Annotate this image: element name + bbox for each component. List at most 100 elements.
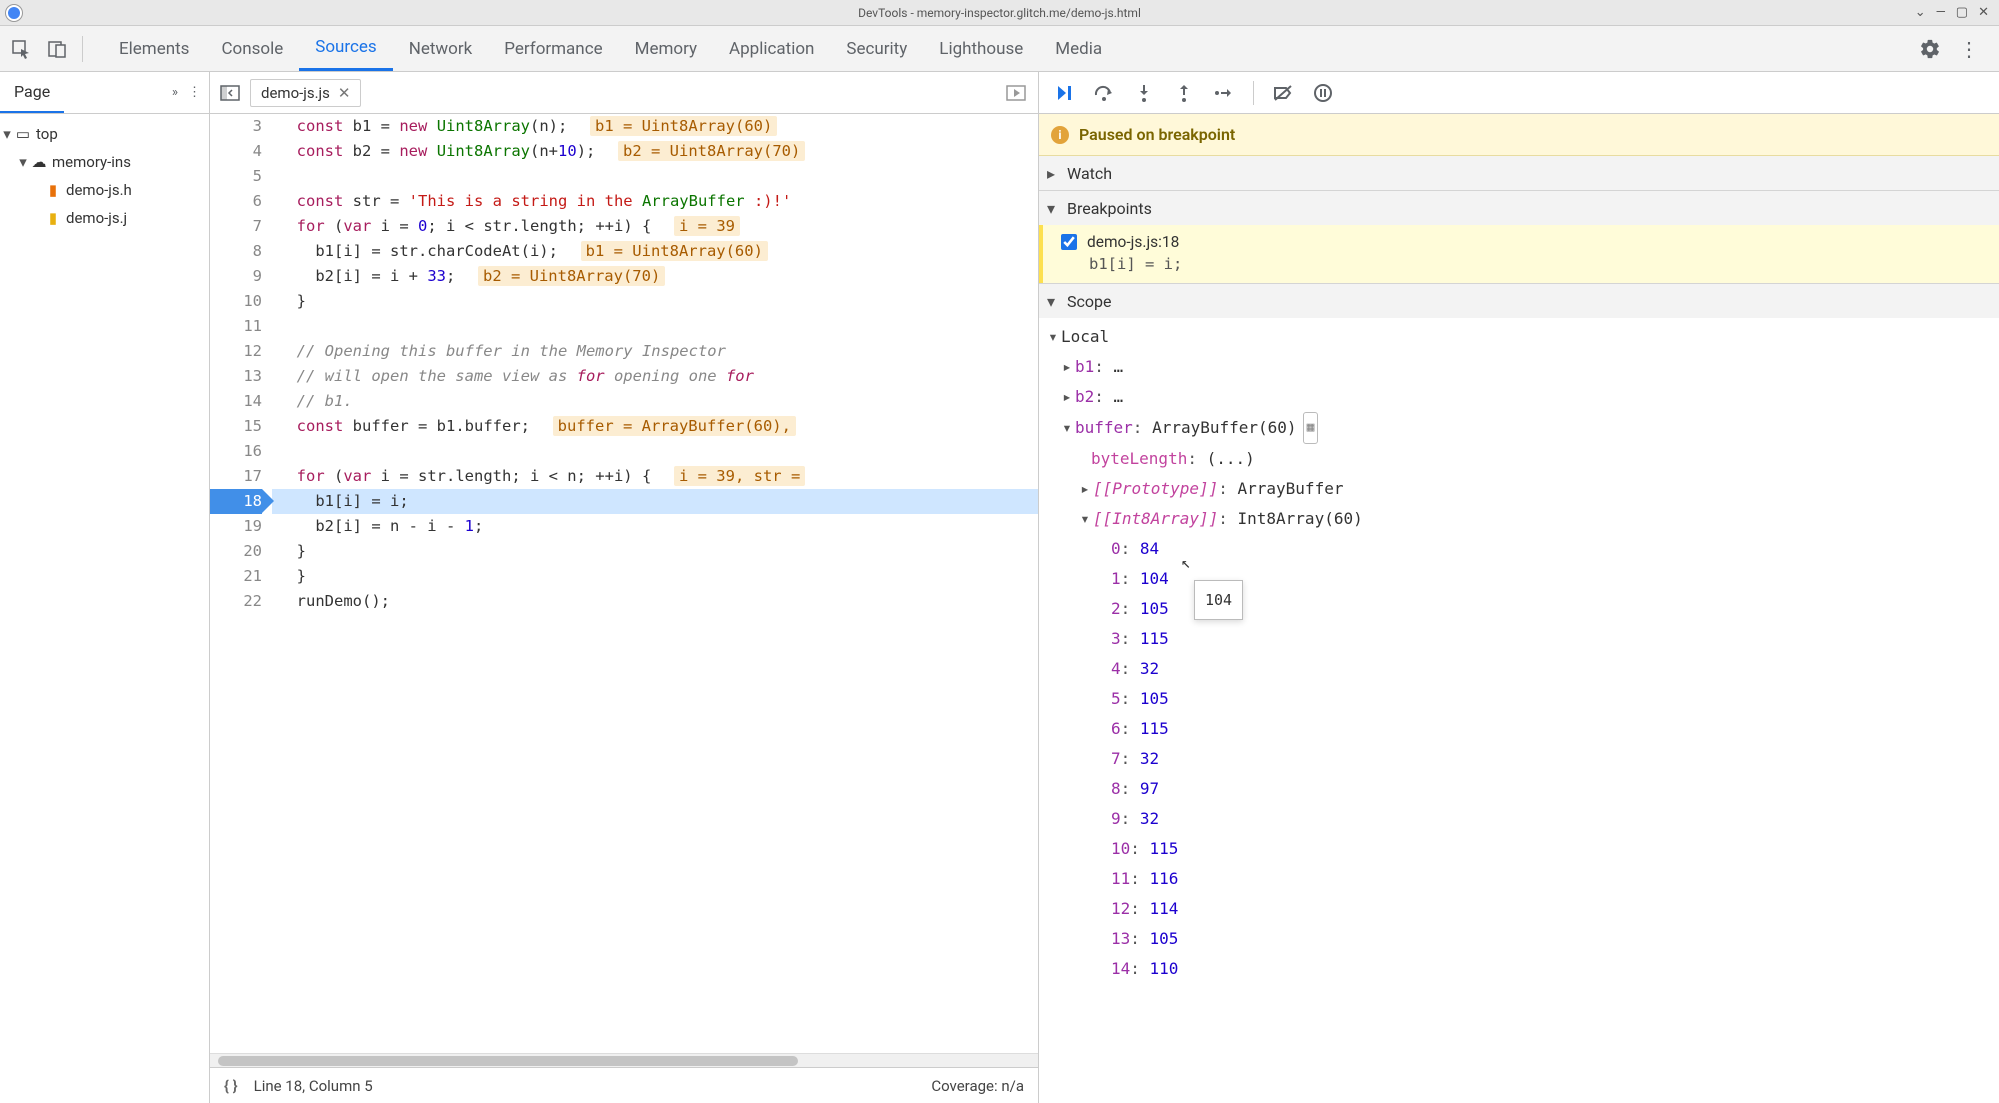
panel-tab-console[interactable]: Console — [205, 26, 299, 71]
array-index[interactable]: 14: 110 — [1039, 954, 1999, 984]
code-line[interactable] — [272, 164, 1038, 189]
code-line[interactable]: for (var i = str.length; i < n; ++i) { i… — [272, 464, 1038, 489]
inspect-element-icon[interactable] — [10, 38, 32, 60]
code-line[interactable]: runDemo(); — [272, 589, 1038, 614]
breakpoints-section-header[interactable]: ▾ Breakpoints — [1039, 191, 1999, 225]
code-line[interactable]: // Opening this buffer in the Memory Ins… — [272, 339, 1038, 364]
code-line[interactable]: } — [272, 564, 1038, 589]
panel-tab-elements[interactable]: Elements — [103, 26, 205, 71]
editor-statusbar: { } Line 18, Column 5 Coverage: n/a — [210, 1067, 1038, 1103]
panel-tab-sources[interactable]: Sources — [299, 26, 392, 71]
scope-section-header[interactable]: ▾ Scope — [1039, 284, 1999, 318]
scope-prototype[interactable]: ▸[[Prototype]]: ArrayBuffer — [1039, 474, 1999, 504]
settings-icon[interactable] — [1919, 38, 1941, 60]
chrome-icon — [6, 5, 22, 21]
navigator-panel: Page » ⋮ ▾ ▭ top ▾ ☁ memory-ins ▮ — [0, 72, 210, 1103]
code-line[interactable]: const str = 'This is a string in the Arr… — [272, 189, 1038, 214]
code-line[interactable]: for (var i = 0; i < str.length; ++i) { i… — [272, 214, 1038, 239]
code-line[interactable]: b2[i] = n - i - 1; — [272, 514, 1038, 539]
array-index[interactable]: 6: 115 — [1039, 714, 1999, 744]
deactivate-breakpoints-icon[interactable] — [1272, 83, 1294, 103]
array-index[interactable]: 12: 114 — [1039, 894, 1999, 924]
scope-local[interactable]: ▾Local — [1039, 322, 1999, 352]
array-index[interactable]: 11: 116 — [1039, 864, 1999, 894]
array-index[interactable]: 13: 105 — [1039, 924, 1999, 954]
memory-inspector-icon[interactable]: ▦ — [1303, 412, 1319, 444]
close-tab-icon[interactable]: ✕ — [338, 84, 351, 102]
cursor-position: Line 18, Column 5 — [254, 1077, 373, 1095]
scope-var-b2[interactable]: ▸b2: … — [1039, 382, 1999, 412]
toggle-navigator-icon[interactable] — [210, 85, 250, 101]
code-line[interactable]: // b1. — [272, 389, 1038, 414]
info-icon: i — [1051, 126, 1069, 144]
watch-section-header[interactable]: ▸ Watch — [1039, 156, 1999, 190]
code-line[interactable] — [272, 314, 1038, 339]
code-line[interactable]: const b1 = new Uint8Array(n); b1 = Uint8… — [272, 114, 1038, 139]
array-index[interactable]: 7: 32 — [1039, 744, 1999, 774]
cursor-icon: ↖ — [1181, 548, 1191, 578]
step-out-icon[interactable] — [1173, 83, 1195, 103]
tree-file-html[interactable]: ▮ demo-js.h — [0, 176, 209, 204]
code-line[interactable]: b2[i] = i + 33; b2 = Uint8Array(70) — [272, 264, 1038, 289]
array-index[interactable]: 2: 105 — [1039, 594, 1999, 624]
run-snippet-icon[interactable] — [1006, 85, 1038, 101]
more-tabs-icon[interactable]: » — [172, 85, 178, 100]
step-icon[interactable] — [1213, 83, 1235, 103]
pretty-print-icon[interactable]: { } — [224, 1077, 238, 1095]
code-line[interactable]: b1[i] = i; — [272, 489, 1038, 514]
navigator-more-icon[interactable]: ⋮ — [188, 85, 201, 100]
code-line[interactable]: // will open the same view as for openin… — [272, 364, 1038, 389]
array-index[interactable]: 8: 97 — [1039, 774, 1999, 804]
breakpoint-item[interactable]: demo-js.js:18 b1[i] = i; — [1039, 225, 1999, 283]
array-index[interactable]: 3: 115 — [1039, 624, 1999, 654]
scope-int8array[interactable]: ▾[[Int8Array]]: Int8Array(60) — [1039, 504, 1999, 534]
paused-banner: i Paused on breakpoint — [1039, 114, 1999, 156]
chevron-down-icon: ▾ — [1047, 292, 1061, 311]
window-title: DevTools - memory-inspector.glitch.me/de… — [858, 6, 1141, 20]
panel-tab-application[interactable]: Application — [713, 26, 830, 71]
step-into-icon[interactable] — [1133, 83, 1155, 103]
code-line[interactable]: const buffer = b1.buffer; buffer = Array… — [272, 414, 1038, 439]
array-index[interactable]: 5: 105 — [1039, 684, 1999, 714]
array-index[interactable]: 9: 32 — [1039, 804, 1999, 834]
more-icon[interactable]: ⋮ — [1959, 38, 1981, 60]
device-toolbar-icon[interactable] — [46, 38, 68, 60]
panel-tab-security[interactable]: Security — [830, 26, 923, 71]
minimize-icon[interactable]: — — [1936, 5, 1946, 20]
coverage-status: Coverage: n/a — [931, 1077, 1024, 1095]
page-tab[interactable]: Page — [0, 72, 64, 113]
code-line[interactable]: } — [272, 289, 1038, 314]
resume-icon[interactable] — [1053, 83, 1075, 103]
scope-var-buffer[interactable]: ▾buffer: ArrayBuffer(60)▦ — [1039, 412, 1999, 444]
tree-domain[interactable]: ▾ ☁ memory-ins — [0, 148, 209, 176]
array-index[interactable]: 10: 115 — [1039, 834, 1999, 864]
code-line[interactable]: } — [272, 539, 1038, 564]
panel-tab-network[interactable]: Network — [393, 26, 489, 71]
pause-exceptions-icon[interactable] — [1312, 83, 1334, 103]
panel-tab-lighthouse[interactable]: Lighthouse — [923, 26, 1039, 71]
array-index[interactable]: 4: 32 — [1039, 654, 1999, 684]
scope-var-b1[interactable]: ▸b1: … — [1039, 352, 1999, 382]
panel-tab-performance[interactable]: Performance — [488, 26, 618, 71]
editor-panel: demo-js.js ✕ 345678910111213141516171819… — [210, 72, 1039, 1103]
horizontal-scrollbar[interactable] — [210, 1053, 1038, 1067]
tree-top[interactable]: ▾ ▭ top — [0, 120, 209, 148]
code-line[interactable]: const b2 = new Uint8Array(n+10); b2 = Ui… — [272, 139, 1038, 164]
code-editor[interactable]: 345678910111213141516171819202122 const … — [210, 114, 1038, 1053]
code-line[interactable]: b1[i] = str.charCodeAt(i); b1 = Uint8Arr… — [272, 239, 1038, 264]
scope-tree: ▾Local ▸b1: … ▸b2: … ▾buffer: ArrayBuffe… — [1039, 318, 1999, 994]
cloud-icon: ☁ — [30, 153, 48, 171]
tree-file-js[interactable]: ▮ demo-js.j — [0, 204, 209, 232]
chevron-down-icon[interactable]: ⌄ — [1915, 5, 1926, 20]
panel-tab-media[interactable]: Media — [1039, 26, 1118, 71]
breakpoint-checkbox[interactable] — [1061, 234, 1077, 250]
panel-tab-memory[interactable]: Memory — [619, 26, 713, 71]
file-icon: ▮ — [44, 209, 62, 227]
value-tooltip: 104 — [1194, 580, 1243, 620]
editor-tab[interactable]: demo-js.js ✕ — [250, 79, 361, 107]
close-icon[interactable]: ✕ — [1978, 5, 1989, 20]
maximize-icon[interactable]: ▢ — [1956, 5, 1968, 20]
step-over-icon[interactable] — [1093, 83, 1115, 103]
scope-bytelength[interactable]: byteLength: (...) — [1039, 444, 1999, 474]
code-line[interactable] — [272, 439, 1038, 464]
